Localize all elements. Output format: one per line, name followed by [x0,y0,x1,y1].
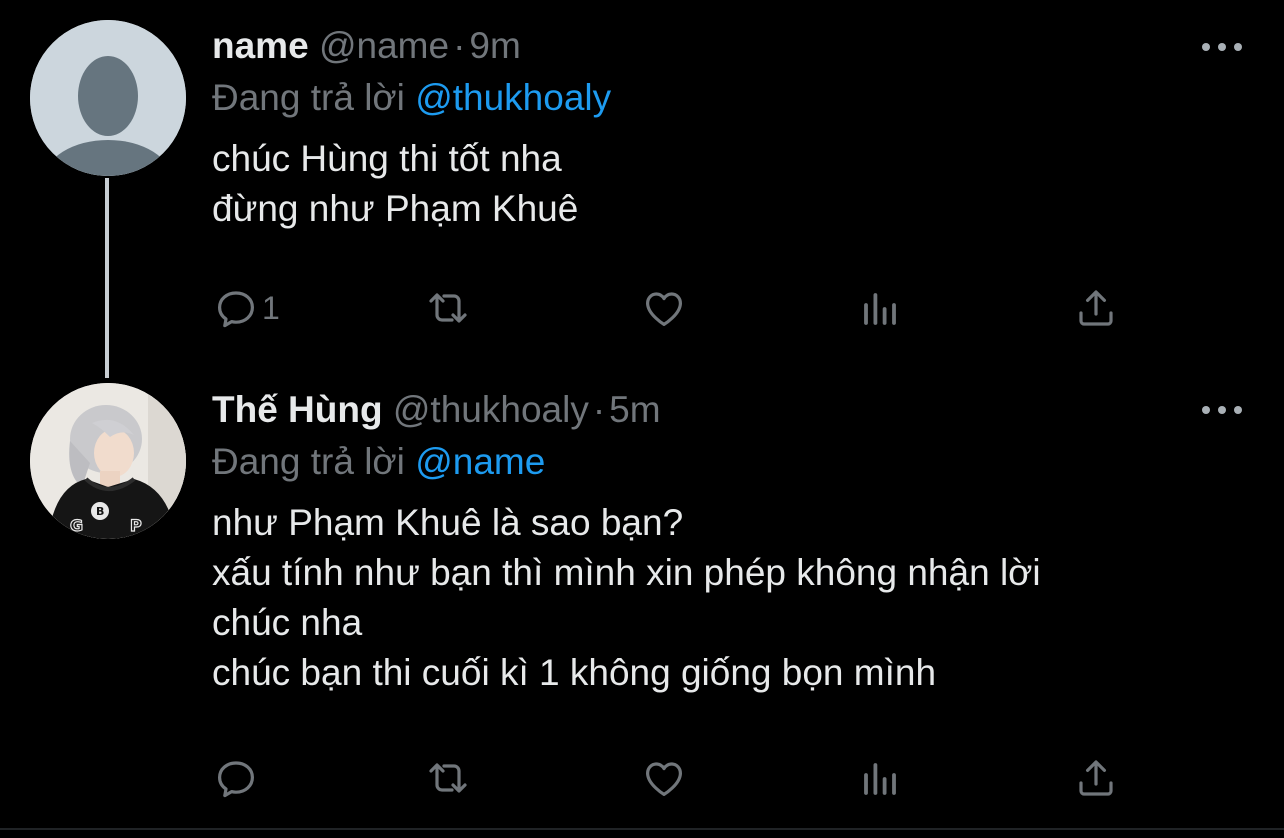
tweet-text: như Phạm Khuê là sao bạn? xấu tính như b… [212,498,1284,698]
mention-link[interactable]: @name [415,441,545,482]
analytics-icon [864,293,896,325]
separator: · [453,25,466,66]
timestamp[interactable]: 5m [609,389,660,430]
svg-text:B: B [96,505,104,518]
handle[interactable]: @name [319,25,449,66]
tweet-text-line: như Phạm Khuê là sao bạn? [212,502,684,543]
display-name[interactable]: Thế Hùng [212,389,383,430]
more-icon[interactable] [1202,40,1242,54]
tweet-text-line: chúc nha [212,602,363,643]
tweet-header: Thế Hùng @thukhoaly · 5m [212,388,1284,432]
timestamp[interactable]: 9m [469,25,520,66]
tweet[interactable]: B G P Thế Hùng @thukhoaly · 5m Đang trả lờ… [0,370,1284,830]
reply-icon [218,291,254,328]
svg-text:G: G [70,516,83,535]
retweet-button[interactable] [424,283,472,333]
avatar[interactable] [30,20,186,176]
replying-to-label: Đang trả lời [212,441,405,482]
avatar[interactable]: B G P [30,383,186,539]
tweet-actions [212,753,1132,803]
reply-icon [218,761,254,798]
tweet-text-line: xấu tính như bạn thì mình xin phép không… [212,552,1041,593]
separator: · [592,389,606,430]
replying-to: Đang trả lời @thukhoaly [212,76,1284,120]
tweet[interactable]: name @name · 9m Đang trả lời @thukhoaly ch… [0,0,1284,378]
tweet-header: name @name · 9m [212,24,1284,68]
mention-link[interactable]: @thukhoaly [415,77,611,118]
analytics-icon [864,763,896,795]
like-button[interactable] [640,283,688,333]
share-button[interactable] [1072,753,1120,803]
svg-text:P: P [130,516,142,535]
replying-to-label: Đang trả lời [212,77,405,118]
like-icon [646,762,682,796]
handle[interactable]: @thukhoaly [393,389,589,430]
tweet-text-line: chúc Hùng thi tốt nha [212,138,562,179]
reply-count: 1 [262,289,280,326]
tweet-content: Thế Hùng @thukhoaly · 5m Đang trả lời @nam… [212,388,1284,698]
like-button[interactable] [640,753,688,803]
retweet-icon [429,763,467,793]
display-name[interactable]: name [212,25,309,66]
tweet-content: name @name · 9m Đang trả lời @thukhoaly ch… [212,24,1284,234]
share-icon [1079,290,1113,326]
share-button[interactable] [1072,283,1120,333]
tweet-text-line: chúc bạn thi cuối kì 1 không giống bọn m… [212,652,937,693]
reply-button[interactable] [212,753,262,803]
retweet-icon [429,293,467,323]
analytics-button[interactable] [856,753,904,803]
replying-to: Đang trả lời @name [212,440,1284,484]
tweet-text: chúc Hùng thi tốt nha đừng như Phạm Khuê [212,134,1284,234]
thread-line [105,178,109,378]
tweet-actions: 1 [212,283,1132,333]
retweet-button[interactable] [424,753,472,803]
analytics-button[interactable] [856,283,904,333]
reply-button[interactable]: 1 [212,283,280,333]
divider [0,828,1284,830]
more-icon[interactable] [1202,403,1242,417]
share-icon [1079,760,1113,796]
like-icon [646,292,682,326]
tweet-text-line: đừng như Phạm Khuê [212,188,579,229]
